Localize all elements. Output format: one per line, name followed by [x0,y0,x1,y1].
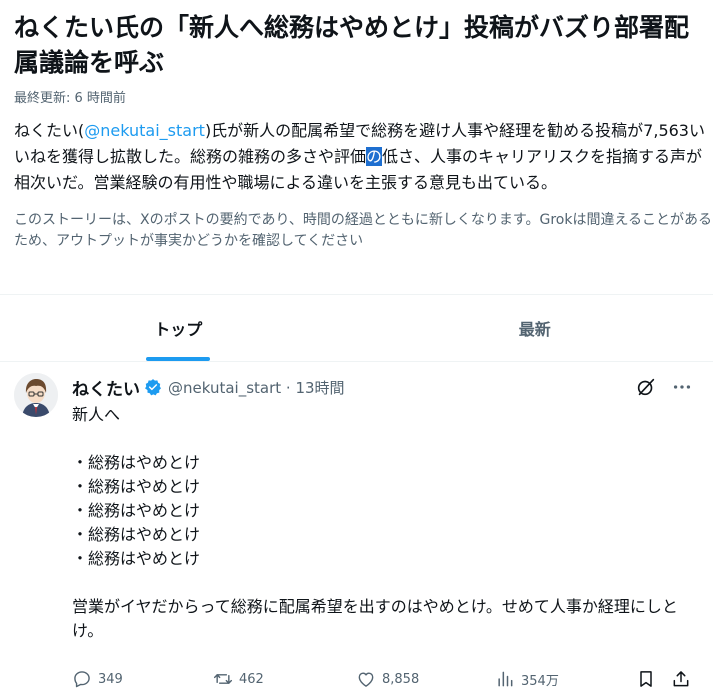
post-actions: 349 462 8,858 354万 [72,666,697,692]
tab-top[interactable]: トップ [0,295,357,361]
views-count: 354万 [521,673,559,689]
verified-badge-icon [144,378,162,396]
selected-text: の [366,147,383,166]
views-icon [498,671,513,687]
like-count: 8,858 [382,671,420,687]
grok-icon[interactable] [635,376,657,398]
grok-disclaimer: このストーリーは、Xのポストの要約であり、時間の経過とともに新しくなります。Gr… [14,212,713,249]
handle-and-time[interactable]: @nekutai_start · 13時間 [168,377,345,398]
share-button[interactable] [671,669,697,689]
post-line: ・総務はやめとけ [72,549,201,568]
post-header: ねくたい @nekutai_start · 13時間 [72,375,345,400]
like-icon [358,672,374,687]
repost-count: 462 [239,671,264,687]
post-line: ・総務はやめとけ [72,525,201,544]
like-button[interactable]: 8,858 [356,669,419,689]
views-button[interactable]: 354万 [495,669,559,689]
repost-button[interactable]: 462 [213,669,264,689]
reply-count: 349 [98,671,123,687]
tab-top-label: トップ [154,320,203,339]
repost-icon [213,674,233,684]
post-line: ・総務はやめとけ [72,477,201,496]
more-icon[interactable] [671,376,693,398]
post-line: 営業がイヤだからって総務に配属希望を出すのはやめとけ。せめて人事か経理にしとけ。 [72,597,678,640]
post-line: 新人へ [72,405,121,424]
bookmark-icon [640,671,652,687]
reply-button[interactable]: 349 [72,669,123,689]
tab-latest[interactable]: 最新 [357,295,714,361]
post-line: ・総務はやめとけ [72,453,201,472]
reply-icon [74,671,90,688]
post-line: ・総務はやめとけ [72,501,201,520]
mention-link[interactable]: @nekutai_start [84,121,205,140]
bookmark-button[interactable] [636,669,662,689]
share-icon [673,671,689,687]
tab-latest-label: 最新 [518,320,551,339]
tab-bar: トップ 最新 [0,294,713,362]
story-summary: ねくたい(@nekutai_start)氏が新人の配属希望で総務を避け人事や経理… [14,118,713,196]
last-updated: 最終更新: 6 時間前 [14,91,126,106]
post-body: 新人へ ・総務はやめとけ ・総務はやめとけ ・総務はやめとけ ・総務はやめとけ … [72,403,692,643]
summary-text-1: ねくたい( [14,121,85,140]
post[interactable]: ねくたい @nekutai_start · 13時間 新人へ ・総務はやめとけ … [0,361,713,694]
story-title: ねくたい氏の「新人へ総務はやめとけ」投稿がバズり部署配属議論を呼ぶ [14,13,690,77]
author-name[interactable]: ねくたい [72,375,140,400]
story-section: ねくたい氏の「新人へ総務はやめとけ」投稿がバズり部署配属議論を呼ぶ 最終更新: … [0,0,727,252]
post-tools [635,376,693,398]
avatar[interactable] [14,373,58,417]
